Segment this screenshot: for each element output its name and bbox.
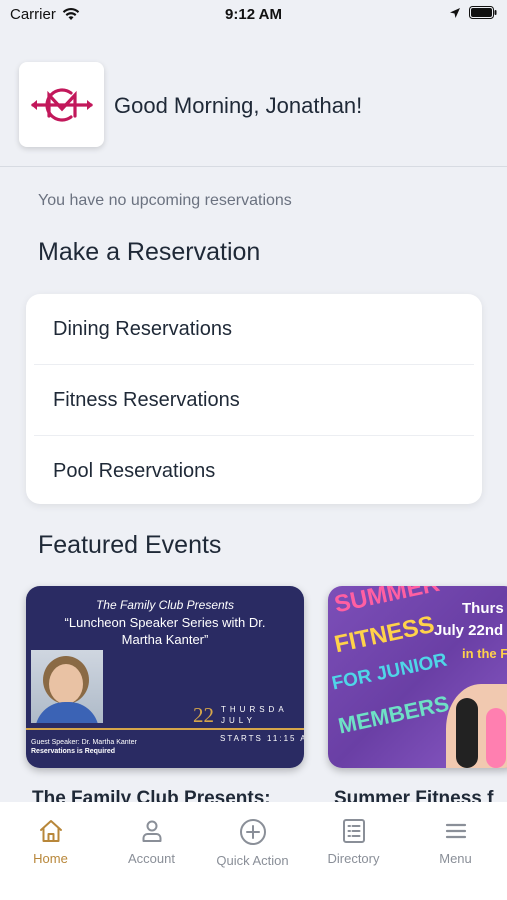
flyer-athlete-photo xyxy=(446,684,507,768)
directory-list-icon xyxy=(342,819,365,843)
header: Good Morning, Jonathan! xyxy=(0,44,507,167)
flyer-date-thurs: Thurs xyxy=(462,600,504,617)
speaker-photo xyxy=(31,650,103,723)
location-arrow-icon xyxy=(450,7,460,18)
hamburger-icon xyxy=(445,823,466,839)
pool-reservations-label: Pool Reservations xyxy=(53,459,216,482)
flyer-month: JULY xyxy=(221,716,256,725)
person-icon xyxy=(142,820,161,842)
flyer-start-time: STARTS 11:15 A xyxy=(220,734,304,743)
reservation-options-card: Dining Reservations Fitness Reservations… xyxy=(26,294,482,504)
make-reservation-title: Make a Reservation xyxy=(38,238,261,266)
status-icons xyxy=(449,6,497,19)
fitness-reservations-item[interactable]: Fitness Reservations xyxy=(34,365,474,436)
tab-menu[interactable]: Menu xyxy=(404,802,507,882)
tab-directory[interactable]: Directory xyxy=(303,802,404,882)
tab-quick-action-label: Quick Action xyxy=(216,853,289,868)
flyer-date-july: July 22nd xyxy=(434,622,504,639)
athlete-figure-2 xyxy=(486,708,506,768)
flyer-divider xyxy=(26,728,304,730)
tab-home-label: Home xyxy=(33,851,68,866)
event-card-summer-fitness[interactable]: SUMMER FITNESS FOR JUNIOR MEMBERS Thurs … xyxy=(328,586,507,768)
clock: 9:12 AM xyxy=(225,6,282,23)
status-bar: Carrier 9:12 AM xyxy=(0,0,507,30)
dining-reservations-label: Dining Reservations xyxy=(53,317,232,340)
tab-account[interactable]: Account xyxy=(101,802,202,882)
event-card-luncheon[interactable]: The Family Club Presents “Luncheon Speak… xyxy=(26,586,304,768)
flyer-presents: The Family Club Presents xyxy=(95,598,235,612)
flyer-reservation-note: Reservations is Required xyxy=(31,748,116,755)
tab-account-label: Account xyxy=(128,851,175,866)
dining-reservations-item[interactable]: Dining Reservations xyxy=(34,294,474,365)
flyer-guest-speaker: Guest Speaker: Dr. Martha Kanter xyxy=(31,739,137,746)
bottom-tab-bar: Home Account Quick Action Directory Menu xyxy=(0,802,507,900)
tab-directory-label: Directory xyxy=(327,851,380,866)
no-reservations-message: You have no upcoming reservations xyxy=(38,192,292,209)
club-crest-icon xyxy=(30,87,93,122)
tab-menu-label: Menu xyxy=(439,851,472,866)
flyer-line-fitness: FITNESS xyxy=(332,610,437,659)
featured-events-title: Featured Events xyxy=(38,531,222,559)
flyer-day-name: THURSDA xyxy=(221,705,288,714)
club-logo[interactable] xyxy=(19,62,104,147)
tab-home[interactable]: Home xyxy=(0,802,101,882)
home-icon xyxy=(39,820,62,842)
speaker-face xyxy=(49,664,83,704)
tab-quick-action[interactable]: Quick Action xyxy=(202,802,303,882)
speaker-shirt xyxy=(35,702,99,723)
flyer-line-members: MEMBERS xyxy=(336,690,452,739)
plus-circle-icon xyxy=(239,819,266,845)
battery-icon xyxy=(469,6,497,19)
pool-reservations-item[interactable]: Pool Reservations xyxy=(34,436,474,504)
flyer-headline: “Luncheon Speaker Series with Dr. Martha… xyxy=(64,615,266,647)
flyer-date-location: in the Fi xyxy=(462,646,507,661)
flyer-day-number: 22 xyxy=(193,703,214,727)
athlete-figure xyxy=(456,698,478,768)
fitness-reservations-label: Fitness Reservations xyxy=(53,388,240,411)
greeting-text: Good Morning, Jonathan! xyxy=(114,93,363,118)
